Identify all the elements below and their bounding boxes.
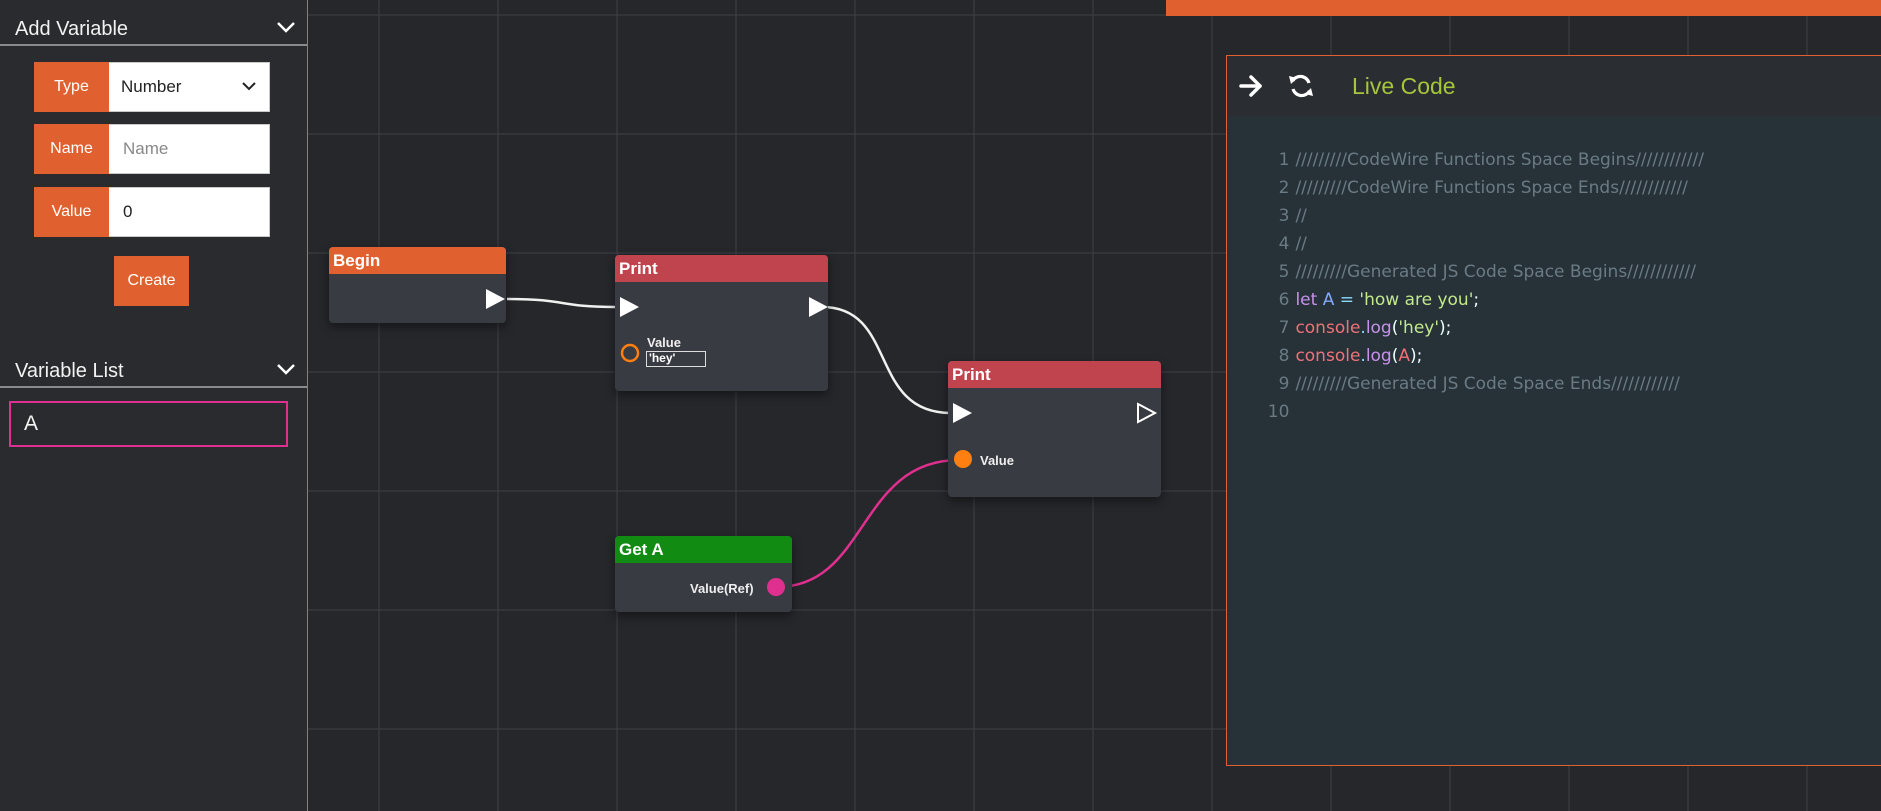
add-variable-header[interactable]: Add Variable — [0, 0, 307, 46]
value-text-input[interactable]: 'hey' — [646, 351, 706, 367]
top-accent-bar — [1166, 0, 1881, 16]
print-node-1[interactable]: Print Value 'hey' — [615, 255, 828, 391]
code-comment: /////////Generated JS Code Space Ends///… — [1295, 374, 1680, 394]
exec-out-pin[interactable] — [808, 296, 830, 318]
value-field: Value — [34, 187, 270, 237]
name-label: Name — [34, 124, 109, 174]
name-field: Name — [34, 124, 270, 174]
code-line-8: 8 console.log(A); — [1227, 314, 1423, 366]
code-line-5: 5/////////Generated JS Code Space Begins… — [1227, 230, 1696, 282]
code-line-9: 9/////////Generated JS Code Space Ends//… — [1227, 342, 1680, 394]
chevron-down-icon — [242, 82, 256, 91]
type-field: Type Number — [34, 62, 270, 112]
code-line-2: 2/////////CodeWire Functions Space Ends/… — [1227, 146, 1688, 198]
sidebar: Add Variable Type Number Name Value Crea… — [0, 0, 308, 811]
exec-wire-begin-print — [506, 297, 616, 309]
value-label: Value — [34, 187, 109, 237]
print-node-2-title: Print — [948, 361, 1161, 388]
data-wire-geta-print — [776, 458, 960, 589]
type-select-value: Number — [121, 77, 182, 96]
print-node-1-title: Print — [615, 255, 828, 282]
begin-node[interactable]: Begin — [329, 247, 506, 323]
exec-wire-print-print — [821, 305, 952, 415]
print-node-2[interactable]: Print Value — [948, 361, 1161, 497]
variable-list-title: Variable List — [15, 360, 124, 382]
begin-node-title: Begin — [329, 247, 506, 274]
type-label: Type — [34, 62, 109, 112]
name-input[interactable] — [121, 138, 265, 160]
value-input-box[interactable] — [109, 187, 270, 237]
code-line-3: 3// — [1227, 174, 1307, 226]
arrow-right-icon[interactable] — [1237, 72, 1265, 100]
code-punctuation: ; — [1473, 290, 1480, 310]
exec-in-pin[interactable] — [952, 402, 974, 424]
code-line-1: 1/////////CodeWire Functions Space Begin… — [1227, 118, 1704, 170]
value-pin-label: Value — [647, 335, 681, 350]
code-line-7: 7 console.log('hey'); — [1227, 286, 1452, 338]
value-in-pin[interactable] — [953, 449, 973, 469]
live-code-title: Live Code — [1352, 73, 1456, 99]
value-ref-label: Value(Ref) — [690, 581, 754, 596]
add-variable-title: Add Variable — [15, 18, 129, 40]
chevron-down-icon[interactable] — [275, 20, 297, 34]
value-input[interactable] — [121, 201, 265, 223]
exec-out-pin[interactable] — [485, 288, 507, 310]
refresh-icon[interactable] — [1287, 72, 1315, 100]
get-a-node[interactable]: Get A Value(Ref) — [615, 536, 792, 612]
code-line-4: 4// — [1227, 202, 1307, 254]
code-punctuation: ); — [1439, 318, 1452, 338]
name-input-box[interactable] — [109, 124, 270, 174]
code-editor[interactable]: 1/////////CodeWire Functions Space Begin… — [1227, 116, 1881, 765]
code-comment: /////////CodeWire Functions Space Ends//… — [1295, 178, 1688, 198]
code-line-10: 10 — [1227, 370, 1295, 422]
code-toolbar: Live Code — [1227, 56, 1881, 116]
line-number: 10 — [1267, 402, 1290, 422]
create-button[interactable]: Create — [114, 256, 189, 306]
type-select[interactable]: Number — [109, 62, 270, 112]
live-code-panel: Live Code 1/////////CodeWire Functions S… — [1226, 55, 1881, 766]
chevron-down-icon[interactable] — [275, 362, 297, 376]
value-in-pin[interactable] — [620, 343, 640, 363]
variable-list-header[interactable]: Variable List — [0, 342, 307, 388]
variable-item-a[interactable]: A — [9, 401, 288, 447]
code-line-6: 6 let A = 'how are you'; — [1227, 258, 1480, 310]
value-ref-out-pin[interactable] — [766, 577, 786, 597]
value-pin-label: Value — [980, 453, 1014, 468]
exec-in-pin[interactable] — [619, 296, 641, 318]
get-a-node-title: Get A — [615, 536, 792, 563]
exec-out-pin[interactable] — [1136, 402, 1158, 424]
